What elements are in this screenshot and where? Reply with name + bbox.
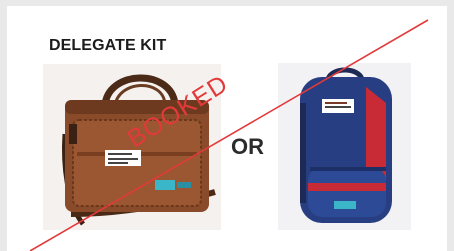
delegate-kit-heading: DELEGATE KIT [49, 37, 167, 54]
or-separator: OR [231, 134, 264, 159]
backpack-image [278, 63, 411, 230]
